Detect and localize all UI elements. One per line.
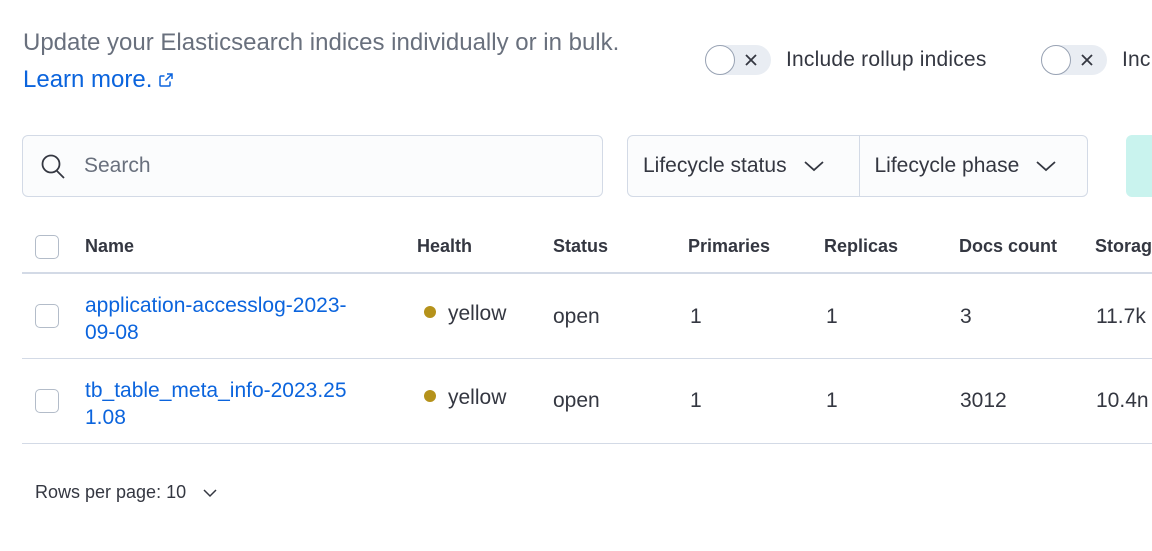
column-header-status[interactable]: Status <box>553 236 608 257</box>
docs-count-cell: 3012 <box>960 389 1007 412</box>
health-dot-icon <box>424 306 436 318</box>
row-divider <box>22 358 1152 359</box>
column-header-name[interactable]: Name <box>85 236 134 257</box>
column-header-health[interactable]: Health <box>417 236 472 257</box>
toggle-label: Include rollup indices <box>786 48 987 71</box>
close-icon <box>745 54 757 66</box>
select-all-checkbox[interactable] <box>35 235 59 259</box>
column-header-replicas[interactable]: Replicas <box>824 236 898 257</box>
description-text: Update your Elasticsearch indices indivi… <box>23 29 620 56</box>
row-divider <box>22 443 1152 444</box>
replicas-cell: 1 <box>826 305 838 328</box>
health-badge: yellow <box>424 302 506 326</box>
chevron-down-icon <box>1036 161 1056 172</box>
page-description: Update your Elasticsearch indices indivi… <box>23 24 663 98</box>
row-checkbox[interactable] <box>35 304 59 328</box>
lifecycle-phase-filter[interactable]: Lifecycle phase <box>858 136 1088 196</box>
column-header-docs-count[interactable]: Docs count <box>959 236 1057 257</box>
column-header-primaries[interactable]: Primaries <box>688 236 770 257</box>
header-divider <box>22 272 1152 274</box>
lifecycle-status-filter[interactable]: Lifecycle status <box>628 136 859 196</box>
search-icon <box>41 154 65 179</box>
health-badge: yellow <box>424 386 506 410</box>
status-cell: open <box>553 389 600 412</box>
storage-cell: 11.7k <box>1096 305 1146 328</box>
status-cell: open <box>553 305 600 328</box>
learn-more-link[interactable]: Learn more. <box>23 66 174 93</box>
row-checkbox[interactable] <box>35 389 59 413</box>
search-box[interactable] <box>22 135 603 197</box>
rows-per-page-label: Rows per page: 10 <box>35 482 187 502</box>
chevron-down-icon <box>203 488 217 497</box>
health-dot-icon <box>424 390 436 402</box>
index-name-link[interactable]: application-accesslog-2023- 09-08 <box>85 292 347 346</box>
chevron-down-icon <box>803 161 824 172</box>
storage-cell: 10.4n <box>1096 389 1149 412</box>
close-icon <box>1081 54 1093 66</box>
column-header-storage[interactable]: Storag <box>1095 236 1152 257</box>
filter-label: Lifecycle phase <box>874 154 1020 177</box>
toggle-label: Inc <box>1122 48 1151 71</box>
rows-per-page-button[interactable]: Rows per page: 10 <box>35 482 218 503</box>
replicas-cell: 1 <box>826 389 838 412</box>
action-button-partial[interactable] <box>1126 135 1152 197</box>
primaries-cell: 1 <box>690 305 702 328</box>
filter-label: Lifecycle status <box>643 154 787 177</box>
primaries-cell: 1 <box>690 389 702 412</box>
external-link-icon <box>159 73 174 87</box>
include-hidden-toggle[interactable]: Inc <box>1041 44 1151 76</box>
search-input[interactable] <box>82 153 566 179</box>
docs-count-cell: 3 <box>960 305 972 328</box>
hidden-switch[interactable] <box>1041 45 1107 75</box>
index-name-link[interactable]: tb_table_meta_info-2023.25 1.08 <box>85 377 347 431</box>
rollup-switch[interactable] <box>705 45 771 75</box>
filter-group: Lifecycle status Lifecycle phase <box>627 135 1088 197</box>
include-rollup-toggle[interactable]: Include rollup indices <box>705 44 987 76</box>
